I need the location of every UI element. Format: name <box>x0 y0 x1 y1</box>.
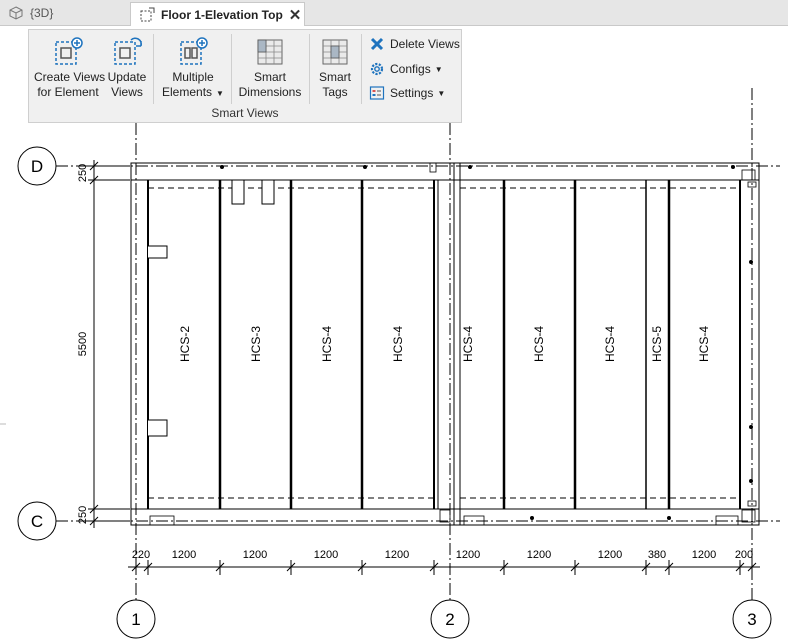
smart-tags-label-2: Tags <box>322 85 348 99</box>
view-icon <box>139 7 155 23</box>
dimension-text: 1200 <box>385 549 409 561</box>
dimension-text: 1200 <box>314 549 338 561</box>
slab-tag[interactable]: HCS-4 <box>603 326 617 362</box>
view-tab-bar: {3D} Floor 1-Elevation Top ✕ <box>0 0 788 26</box>
update-views-button[interactable]: Update Views <box>105 36 149 100</box>
dimension-text: 5500 <box>77 332 89 356</box>
smart-dimensions-button[interactable]: Smart Dimensions <box>236 36 304 100</box>
smart-dimensions-icon <box>254 36 286 68</box>
slab-tags: HCS-2 HCS-3 HCS-4 HCS-4 HCS-4 HCS-4 HCS-… <box>178 326 711 362</box>
floor-slab[interactable] <box>130 162 760 526</box>
create-views-icon <box>52 36 84 68</box>
slab-tag[interactable]: HCS-4 <box>697 326 711 362</box>
slab-tag[interactable]: HCS-4 <box>461 326 475 362</box>
dimension-text: 1200 <box>598 549 622 561</box>
create-views-label-2: for Element <box>37 85 99 99</box>
create-views-button[interactable]: Create Views for Element <box>34 36 106 100</box>
gear-icon <box>369 61 385 77</box>
grid-label-d: D <box>31 157 43 176</box>
smart-tags-icon <box>319 36 351 68</box>
dimension-text: 250 <box>77 506 89 524</box>
horizontal-dimension[interactable] <box>128 560 760 575</box>
slab-joints <box>218 180 671 509</box>
dimension-text: 1200 <box>692 549 716 561</box>
grid-label-3: 3 <box>747 610 756 629</box>
chevron-down-icon: ▼ <box>437 88 446 98</box>
dimension-text: 200 <box>735 549 753 561</box>
update-views-label-2: Views <box>111 85 143 99</box>
multiple-elements-button[interactable]: Multiple Elements ▼ <box>159 36 227 101</box>
tab-label: Floor 1-Elevation Top <box>161 7 283 22</box>
grid-bubble-d[interactable]: D <box>17 146 57 186</box>
dimension-text: 380 <box>648 549 666 561</box>
grid-label-1: 1 <box>131 610 140 629</box>
grid-label-c: C <box>31 512 43 531</box>
dimension-text: 1200 <box>456 549 480 561</box>
update-views-label-1: Update <box>107 70 147 84</box>
horizontal-dim-labels: 220 1200 1200 1200 1200 1200 1200 1200 3… <box>132 549 753 561</box>
smart-dimensions-label-1: Smart <box>253 70 286 84</box>
ribbon-group-label: Smart Views <box>211 106 279 120</box>
settings-list-icon <box>369 85 385 101</box>
chevron-down-icon: ▼ <box>434 64 443 74</box>
delete-x-icon <box>369 36 385 52</box>
dimension-text: 1200 <box>172 549 196 561</box>
slab-tag[interactable]: HCS-2 <box>178 326 192 362</box>
delete-views-label: Delete Views <box>390 37 460 51</box>
ribbon-separator <box>231 34 232 104</box>
smart-tags-button[interactable]: Smart Tags <box>313 36 357 100</box>
multiple-elements-icon <box>177 36 209 68</box>
settings-label: Settings <box>390 86 434 100</box>
slab-tag[interactable]: HCS-5 <box>650 326 664 362</box>
anchor-points <box>220 165 753 520</box>
grid-bubble-1[interactable]: 1 <box>116 599 156 639</box>
tab-floor1-elevation-top[interactable]: Floor 1-Elevation Top ✕ <box>130 2 305 26</box>
grid-bubble-3[interactable]: 3 <box>732 599 772 639</box>
grid-bubble-2[interactable]: 2 <box>430 599 470 639</box>
settings-button[interactable]: Settings ▼ <box>369 85 445 101</box>
ribbon-separator <box>361 34 362 104</box>
smart-dimensions-label-2: Dimensions <box>238 85 302 99</box>
cube-icon <box>8 5 24 21</box>
slab-tag[interactable]: HCS-4 <box>532 326 546 362</box>
grid-lines <box>56 88 780 600</box>
slab-tag[interactable]: HCS-3 <box>249 326 263 362</box>
slab-notches <box>148 179 275 437</box>
smart-tags-label-1: Smart <box>318 70 351 84</box>
update-views-icon <box>111 36 143 68</box>
close-icon[interactable]: ✕ <box>289 6 302 24</box>
dimension-text: 1200 <box>527 549 551 561</box>
ribbon-separator <box>309 34 310 104</box>
grid-bubble-c[interactable]: C <box>17 501 57 541</box>
tab-label: {3D} <box>30 6 54 20</box>
chevron-down-icon: ▼ <box>216 89 224 98</box>
configs-button[interactable]: Configs ▼ <box>369 61 443 77</box>
corner-details <box>149 162 757 526</box>
smart-views-ribbon-panel: Create Views for Element Update Views Mu… <box>28 29 462 123</box>
slab-tag[interactable]: HCS-4 <box>391 326 405 362</box>
dimension-text: 250 <box>77 164 89 182</box>
grid-label-2: 2 <box>445 610 454 629</box>
dimension-text: 220 <box>132 549 150 561</box>
tab-3d-view[interactable]: {3D} <box>0 2 128 24</box>
multiple-elements-label-1: Multiple <box>172 70 214 84</box>
delete-views-button[interactable]: Delete Views <box>369 36 460 52</box>
dimension-text: 1200 <box>243 549 267 561</box>
multiple-elements-label-2: Elements ▼ <box>162 85 224 99</box>
slab-tag[interactable]: HCS-4 <box>320 326 334 362</box>
ribbon-separator <box>153 34 154 104</box>
create-views-label-1: Create Views <box>34 70 106 84</box>
configs-label: Configs <box>390 62 431 76</box>
vertical-dimension[interactable] <box>88 160 130 528</box>
